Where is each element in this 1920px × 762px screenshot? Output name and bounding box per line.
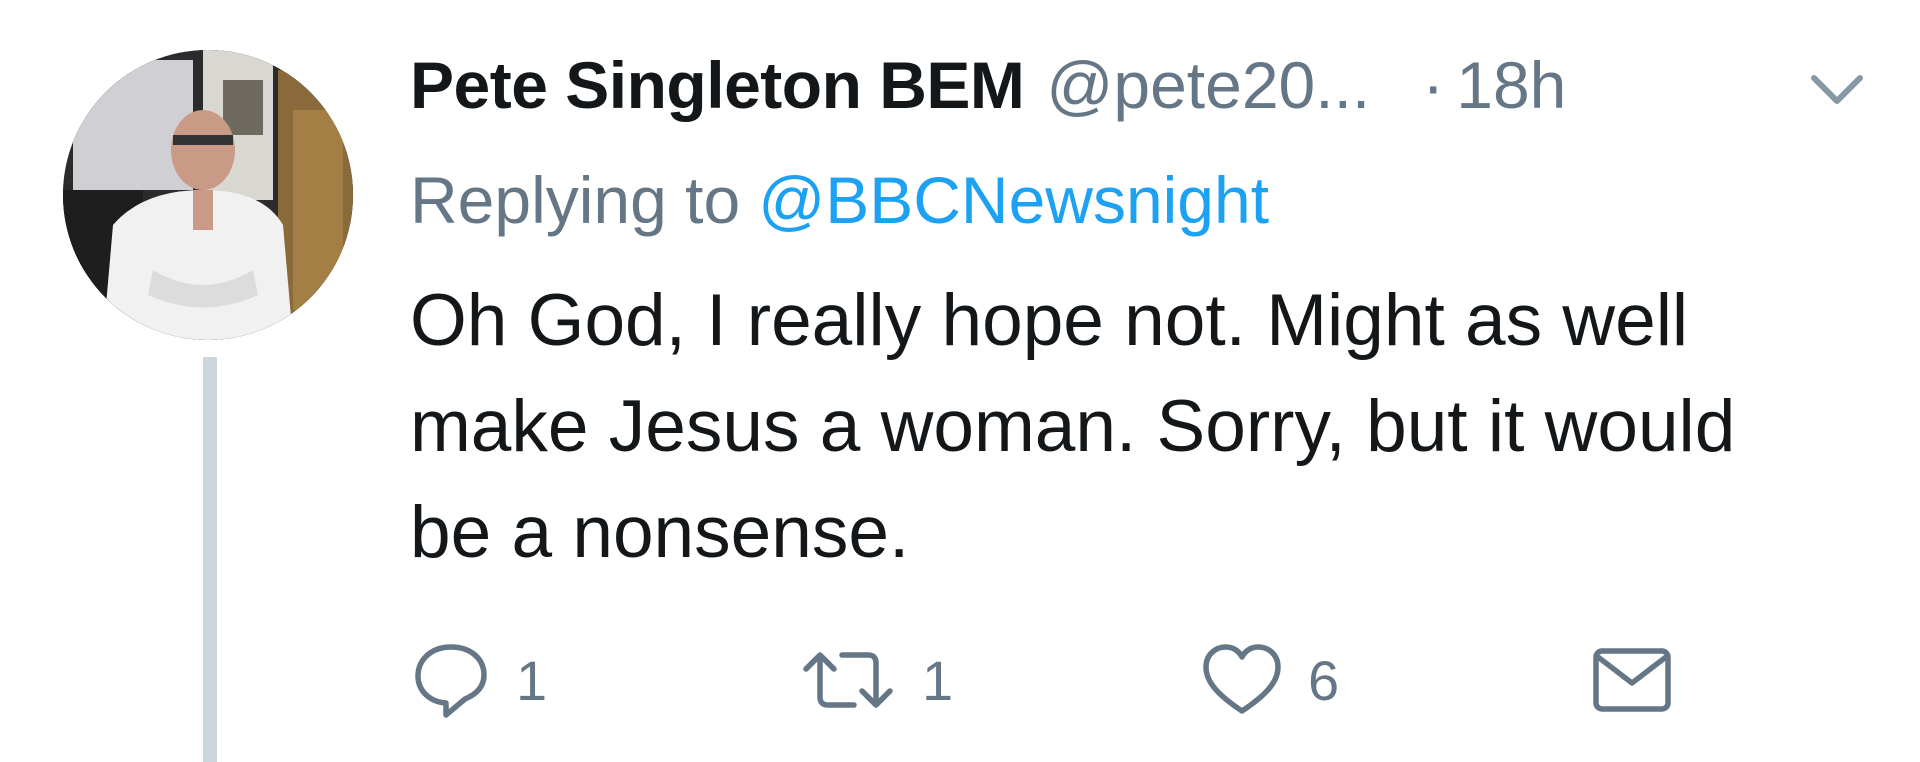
author-name[interactable]: Pete Singleton BEM [410,47,1025,123]
replying-to-label: Replying to [410,163,741,237]
envelope-icon [1593,648,1671,712]
reply-count: 1 [516,648,548,712]
tweet-text-line: be a nonsense. [410,492,910,573]
avatar[interactable] [63,50,353,340]
separator-dot: · [1422,47,1445,122]
replying-to: Replying to @BBCNewsnight [410,158,1269,242]
author-handle[interactable]: @pete20... [1046,47,1370,123]
retweet-count: 1 [922,648,954,712]
replying-to-mention-link[interactable]: @BBCNewsnight [758,162,1269,238]
speech-bubble-icon [415,644,487,718]
retweet-icon [803,652,893,708]
reply-button[interactable]: 1 [410,635,547,725]
tweet-card[interactable]: Pete Singleton BEM @pete20... · 18h Repl… [0,0,1920,762]
tweet-header: Pete Singleton BEM @pete20... · 18h [410,42,1566,127]
profile-photo [63,50,353,340]
like-button[interactable]: 6 [1200,635,1339,725]
like-count: 6 [1308,648,1340,712]
chevron-down-icon[interactable] [1810,70,1864,110]
tweet-text-line: Oh God, I really hope not. Might as well [410,280,1689,361]
tweet-text-line: make Jesus a woman. Sorry, but it would [410,386,1736,467]
thread-line [203,357,217,762]
retweet-button[interactable]: 1 [798,635,953,725]
heart-icon [1203,644,1281,714]
direct-message-button[interactable] [1590,635,1674,725]
timestamp[interactable]: 18h [1456,47,1566,123]
tweet-actions: 1 1 6 [410,635,1810,725]
tweet-text: Oh God, I really hope not. Might as well… [410,268,1890,586]
